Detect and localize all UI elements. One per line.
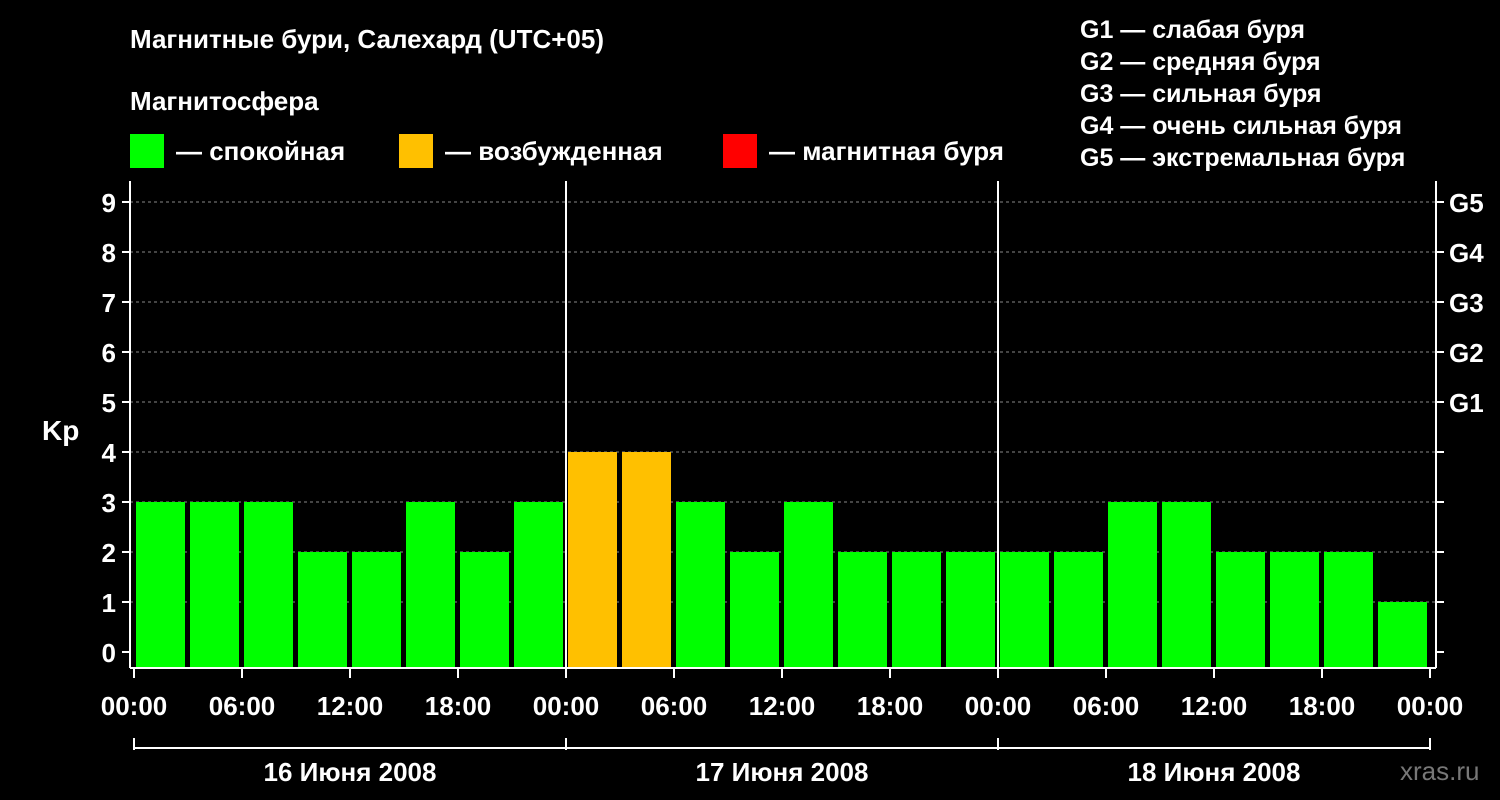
kp-bar bbox=[892, 552, 941, 667]
x-tick-label: 06:00 bbox=[209, 691, 276, 721]
kp-bar bbox=[1054, 552, 1103, 667]
kp-bar-chart: 0 1 2 3 4 5 6 7 8 9 Kp G1 G2 G3 G4 G5 00:00 06:00 12:00 18:… bbox=[42, 181, 1484, 787]
x-tick-label: 18:00 bbox=[425, 691, 492, 721]
kp-bar bbox=[622, 452, 671, 667]
x-tick-label: 18:00 bbox=[1289, 691, 1356, 721]
y-tick-label: 4 bbox=[102, 438, 117, 468]
g-scale-label: G2 bbox=[1449, 338, 1484, 368]
kp-bar bbox=[406, 502, 455, 667]
kp-bar bbox=[1216, 552, 1265, 667]
watermark: xras.ru bbox=[1400, 756, 1480, 786]
kp-bar bbox=[1000, 552, 1049, 667]
y-tick-label: 3 bbox=[102, 488, 116, 518]
x-tick-label: 00:00 bbox=[533, 691, 600, 721]
kp-bar bbox=[838, 552, 887, 667]
kp-bar bbox=[298, 552, 347, 667]
kp-bar bbox=[1162, 502, 1211, 667]
kp-bar bbox=[1378, 602, 1427, 667]
kp-bar bbox=[784, 502, 833, 667]
x-tick-label: 00:00 bbox=[101, 691, 168, 721]
kp-bar bbox=[1270, 552, 1319, 667]
x-tick-label: 06:00 bbox=[1073, 691, 1140, 721]
kp-bar bbox=[190, 502, 239, 667]
y-tick-label: 6 bbox=[102, 338, 116, 368]
kp-bar bbox=[460, 552, 509, 667]
kp-bar bbox=[352, 552, 401, 667]
y-tick-label: 2 bbox=[102, 538, 116, 568]
y-tick-label: 0 bbox=[102, 638, 116, 668]
g-scale-label: G4 bbox=[1449, 238, 1484, 268]
y-tick-label: 8 bbox=[102, 238, 116, 268]
kp-bar bbox=[136, 502, 185, 667]
kp-bar bbox=[676, 502, 725, 667]
x-tick-label: 00:00 bbox=[1397, 691, 1464, 721]
kp-bar bbox=[1324, 552, 1373, 667]
g-scale-label: G1 bbox=[1449, 388, 1484, 418]
g-scale-label: G3 bbox=[1449, 288, 1484, 318]
y-axis-label: Kp bbox=[42, 415, 79, 446]
x-tick-label: 12:00 bbox=[749, 691, 816, 721]
kp-bar bbox=[244, 502, 293, 667]
g-scale-label: G5 bbox=[1449, 188, 1484, 218]
day-label: 17 Июня 2008 bbox=[696, 757, 869, 787]
kp-bar bbox=[1108, 502, 1157, 667]
kp-bar bbox=[946, 552, 995, 667]
y-tick-label: 9 bbox=[102, 188, 116, 218]
x-tick-label: 06:00 bbox=[641, 691, 708, 721]
x-tick-label: 12:00 bbox=[317, 691, 384, 721]
y-tick-label: 5 bbox=[102, 388, 116, 418]
kp-bar bbox=[730, 552, 779, 667]
day-label: 16 Июня 2008 bbox=[264, 757, 437, 787]
x-tick-label: 12:00 bbox=[1181, 691, 1248, 721]
y-tick-label: 7 bbox=[102, 288, 116, 318]
x-tick-label: 18:00 bbox=[857, 691, 924, 721]
x-tick-label: 00:00 bbox=[965, 691, 1032, 721]
kp-bar bbox=[514, 502, 563, 667]
day-label: 18 Июня 2008 bbox=[1128, 757, 1301, 787]
y-tick-label: 1 bbox=[102, 588, 116, 618]
kp-bar bbox=[568, 452, 617, 667]
